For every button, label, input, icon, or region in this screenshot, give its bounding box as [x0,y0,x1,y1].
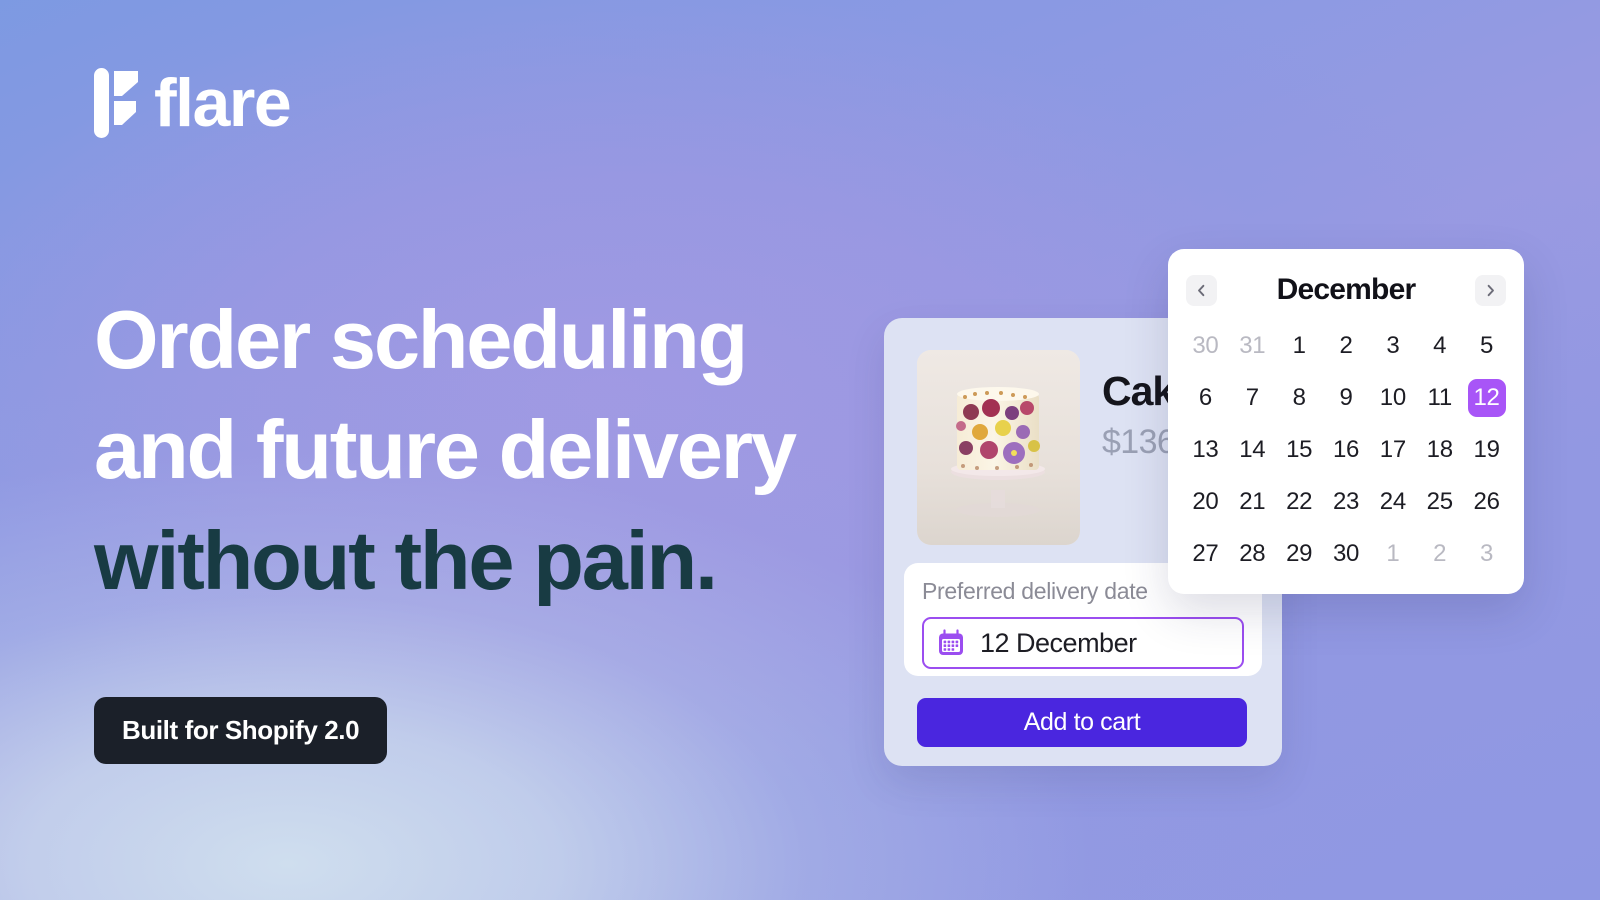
calendar-day-label: 1 [1292,332,1306,359]
date-picker-popover: December 30 31 1 2 3 4 5 6 7 8 9 10 11 12 13 14 15 16 17 18… [1168,249,1524,594]
calendar-day-label: 5 [1480,332,1494,359]
calendar-day-label: 2 [1339,332,1353,359]
calendar-day-label: 22 [1286,488,1313,515]
calendar-day[interactable]: 24 [1369,479,1416,525]
calendar-day-label: 3 [1386,332,1400,359]
calendar-day-label: 2 [1433,540,1447,567]
calendar-day[interactable]: 27 [1182,531,1229,577]
calendar-day-label: 31 [1239,332,1266,359]
calendar-day-label: 8 [1292,384,1306,411]
calendar-month-label: December [1276,273,1416,306]
calendar-day-label: 21 [1239,488,1266,515]
calendar-day[interactable]: 1 [1369,531,1416,577]
calendar-day-label: 19 [1473,436,1500,463]
add-to-cart-button[interactable]: Add to cart [917,698,1247,747]
calendar-day[interactable]: 6 [1182,375,1229,421]
headline-line-3: without the pain. [94,513,718,607]
hero-banner: flare Order scheduling and future delive… [0,0,1600,900]
chevron-left-icon [1198,284,1205,296]
calendar-day[interactable]: 10 [1369,375,1416,421]
headline-line-2: and future delivery [94,403,797,497]
calendar-day-label: 1 [1386,540,1400,567]
flare-flame-mark-icon [94,68,138,138]
calendar-day-label: 28 [1239,540,1266,567]
calendar-day-label: 13 [1192,436,1219,463]
calendar-day[interactable]: 9 [1323,375,1370,421]
calendar-day-label: 3 [1480,540,1494,567]
calendar-day[interactable]: 28 [1229,531,1276,577]
calendar-day-label: 24 [1379,488,1406,515]
calendar-day-grid: 30 31 1 2 3 4 5 6 7 8 9 10 11 12 13 14 15 16 17 18 19 20 21 22 2… [1182,323,1510,577]
calendar-day[interactable]: 8 [1276,375,1323,421]
calendar-day-label: 10 [1379,384,1406,411]
calendar-day[interactable]: 30 [1323,531,1370,577]
calendar-day[interactable]: 25 [1416,479,1463,525]
calendar-day-label: 15 [1286,436,1313,463]
calendar-day-label: 20 [1192,488,1219,515]
calendar-day-label: 14 [1239,436,1266,463]
calendar-day-selected[interactable]: 12 [1463,375,1510,421]
calendar-day[interactable]: 18 [1416,427,1463,473]
calendar-day-label: 7 [1245,384,1259,411]
calendar-day[interactable]: 14 [1229,427,1276,473]
calendar-day[interactable]: 13 [1182,427,1229,473]
calendar-day[interactable]: 26 [1463,479,1510,525]
calendar-day[interactable]: 5 [1463,323,1510,369]
brand-logo: flare [94,65,292,141]
calendar-day-label: 11 [1427,384,1453,411]
calendar-day[interactable]: 15 [1276,427,1323,473]
calendar-day[interactable]: 29 [1276,531,1323,577]
calendar-day-label: 17 [1379,436,1406,463]
calendar-header: December [1182,267,1510,313]
calendar-day[interactable]: 7 [1229,375,1276,421]
chevron-right-icon [1487,284,1494,296]
calendar-day-label: 18 [1426,436,1453,463]
calendar-day[interactable]: 4 [1416,323,1463,369]
calendar-day[interactable]: 23 [1323,479,1370,525]
calendar-day-label: 16 [1332,436,1360,463]
calendar-day-label: 27 [1192,540,1219,567]
calendar-prev-month-button[interactable] [1186,274,1217,306]
calendar-day[interactable]: 17 [1369,427,1416,473]
calendar-icon [939,629,963,655]
calendar-day[interactable]: 16 [1323,427,1370,473]
calendar-day-label: 12 [1467,379,1506,417]
calendar-day-label: 30 [1332,540,1360,567]
headline-line-1: Order scheduling [94,293,748,386]
product-image [917,350,1080,545]
calendar-day[interactable]: 31 [1229,323,1276,369]
calendar-day-label: 25 [1426,488,1453,515]
calendar-day[interactable]: 19 [1463,427,1510,473]
calendar-day-label: 29 [1286,540,1313,567]
calendar-day[interactable]: 1 [1276,323,1323,369]
calendar-day[interactable]: 11 [1416,375,1463,421]
calendar-day-label: 9 [1339,384,1353,411]
calendar-next-month-button[interactable] [1475,274,1506,306]
delivery-date-value: 12 December [980,627,1137,658]
calendar-day-label: 30 [1192,332,1219,359]
calendar-day-label: 4 [1433,332,1447,359]
delivery-date-input[interactable]: 12 December [922,617,1244,669]
calendar-day[interactable]: 22 [1276,479,1323,525]
brand-name: flare [154,65,292,141]
calendar-day[interactable]: 2 [1323,323,1370,369]
calendar-day-label: 26 [1473,488,1500,515]
calendar-day[interactable]: 2 [1416,531,1463,577]
calendar-day[interactable]: 20 [1182,479,1229,525]
calendar-day[interactable]: 30 [1182,323,1229,369]
built-for-shopify-button[interactable]: Built for Shopify 2.0 [94,697,388,764]
page-title: Order scheduling and future delivery wit… [94,285,914,616]
cake-photo-illustration [917,350,1080,545]
calendar-day[interactable]: 3 [1369,323,1416,369]
calendar-day[interactable]: 21 [1229,479,1276,525]
calendar-day-label: 23 [1332,488,1360,515]
calendar-day[interactable]: 3 [1463,531,1510,577]
calendar-day-label: 6 [1198,384,1212,411]
